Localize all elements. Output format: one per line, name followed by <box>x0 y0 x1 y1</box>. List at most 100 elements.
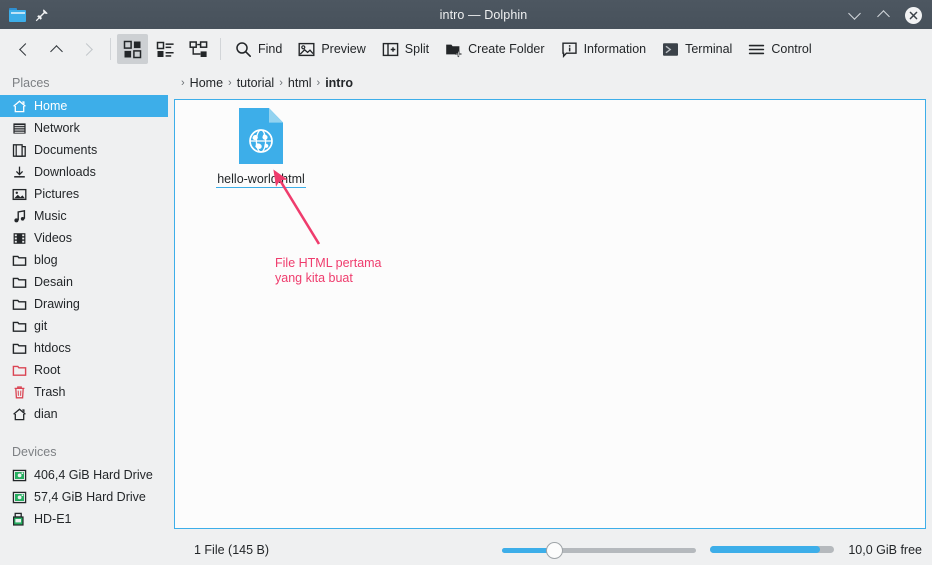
folder-icon <box>12 275 27 290</box>
split-icon <box>382 41 399 58</box>
sidebar-item-hard-drive-2[interactable]: 57,4 GiB Hard Drive <box>0 486 170 508</box>
information-label: Information <box>583 42 647 56</box>
up-button[interactable] <box>40 34 72 64</box>
sidebar-item-label: Drawing <box>34 297 80 311</box>
arrow-icon <box>273 169 321 245</box>
information-button[interactable]: Information <box>553 34 655 64</box>
minimize-button[interactable] <box>847 6 863 23</box>
sidebar-item-hard-drive-1[interactable]: 406,4 GiB Hard Drive <box>0 464 170 486</box>
preview-label: Preview <box>321 42 366 56</box>
home-icon <box>12 407 27 422</box>
sidebar-item-label: Music <box>34 209 67 223</box>
pictures-icon <box>12 187 27 202</box>
maximize-button[interactable] <box>876 7 892 23</box>
sidebar-item-label: htdocs <box>34 341 71 355</box>
terminal-icon <box>662 41 679 58</box>
folder-icon <box>12 319 27 334</box>
breadcrumb-item-html[interactable]: html <box>284 76 316 90</box>
icons-view-icon <box>123 40 142 58</box>
terminal-button[interactable]: Terminal <box>654 34 740 64</box>
html-file-icon <box>239 108 283 164</box>
devices-header: Devices <box>12 445 57 459</box>
sidebar-item-downloads[interactable]: Downloads <box>0 161 170 183</box>
trash-icon <box>12 385 27 400</box>
sidebar-item-label: git <box>34 319 48 333</box>
view-mode-group <box>117 34 214 64</box>
annotation-text: File HTML pertama yang kita buat <box>275 256 382 285</box>
toolbar-separator-2 <box>220 38 221 60</box>
places-header: Places <box>12 76 50 90</box>
breadcrumb-item-home[interactable]: Home <box>186 76 227 90</box>
window-controls <box>847 6 932 24</box>
view-mode-details-button[interactable] <box>150 34 181 64</box>
sidebar-item-git[interactable]: git <box>0 315 170 337</box>
status-bar: 1 File (145 B) 10,0 GiB free <box>0 534 932 565</box>
hard-drive-icon <box>12 468 27 483</box>
downloads-icon <box>12 165 27 180</box>
sidebar-item-htdocs[interactable]: htdocs <box>0 337 170 359</box>
sidebar-item-label: Network <box>34 121 80 135</box>
breadcrumb-item-tutorial[interactable]: tutorial <box>233 76 279 90</box>
view-mode-tree-button[interactable] <box>183 34 214 64</box>
free-space-fill <box>710 546 821 553</box>
navigation-buttons <box>0 34 104 64</box>
preview-button[interactable]: Preview <box>290 34 373 64</box>
split-label: Split <box>404 42 430 56</box>
control-label: Control <box>771 42 812 56</box>
sidebar-item-label: Documents <box>34 143 98 157</box>
sidebar-item-label: Trash <box>34 385 66 399</box>
root-folder-icon <box>12 363 27 378</box>
pin-icon[interactable] <box>35 8 49 22</box>
control-button[interactable]: Control <box>740 34 819 64</box>
sidebar-item-drawing[interactable]: Drawing <box>0 293 170 315</box>
zoom-slider[interactable] <box>502 541 697 559</box>
breadcrumb: › Home › tutorial › html › intro <box>174 70 926 96</box>
close-button[interactable] <box>905 6 922 24</box>
sidebar-item-home[interactable]: Home <box>0 95 168 117</box>
folder-icon <box>9 7 26 22</box>
sidebar-item-music[interactable]: Music <box>0 205 170 227</box>
sidebar-item-label: Root <box>34 363 61 377</box>
status-bar-right: 10,0 GiB free <box>502 541 932 559</box>
sidebar-item-hd-e1[interactable]: HD-E1 <box>0 508 170 530</box>
sidebar-item-trash[interactable]: Trash <box>0 381 170 403</box>
folder-icon <box>12 297 27 312</box>
sidebar-item-root[interactable]: Root <box>0 359 170 381</box>
zoom-slider-handle[interactable] <box>546 541 564 559</box>
sidebar-item-label: Downloads <box>34 165 96 179</box>
sidebar-item-videos[interactable]: Videos <box>0 227 170 249</box>
split-button[interactable]: Split <box>374 34 437 64</box>
new-folder-icon <box>445 41 462 58</box>
search-icon <box>235 41 252 58</box>
title-bar-left-icons <box>0 7 120 22</box>
sidebar-item-label: HD-E1 <box>34 512 72 526</box>
sidebar-item-label: blog <box>34 253 58 267</box>
sidebar-item-pictures[interactable]: Pictures <box>0 183 170 205</box>
sidebar-item-documents[interactable]: Documents <box>0 139 170 161</box>
image-icon <box>298 41 315 58</box>
find-button[interactable]: Find <box>227 34 290 64</box>
network-icon <box>12 121 27 136</box>
forward-button <box>72 34 104 64</box>
usb-drive-icon <box>12 512 27 527</box>
hamburger-icon <box>748 41 765 58</box>
sidebar-item-label: 406,4 GiB Hard Drive <box>34 468 153 482</box>
breadcrumb-item-intro[interactable]: intro <box>321 76 357 90</box>
back-button[interactable] <box>8 34 40 64</box>
status-text: 1 File (145 B) <box>194 542 270 557</box>
videos-icon <box>12 231 27 246</box>
sidebar-item-label: Videos <box>34 231 72 245</box>
hard-drive-icon <box>12 490 27 505</box>
sidebar-item-network[interactable]: Network <box>0 117 170 139</box>
view-mode-icons-button[interactable] <box>117 34 148 64</box>
file-view[interactable]: hello-world.html File HTML pertama yang … <box>174 99 926 529</box>
toolbar-separator <box>110 38 111 60</box>
sidebar-item-dian[interactable]: dian <box>0 403 170 425</box>
folder-icon <box>12 253 27 268</box>
sidebar-item-label: Pictures <box>34 187 80 201</box>
sidebar-item-desain[interactable]: Desain <box>0 271 170 293</box>
free-space-bar <box>710 546 835 553</box>
sidebar-item-blog[interactable]: blog <box>0 249 170 271</box>
folder-icon <box>12 341 27 356</box>
create-folder-button[interactable]: Create Folder <box>437 34 552 64</box>
